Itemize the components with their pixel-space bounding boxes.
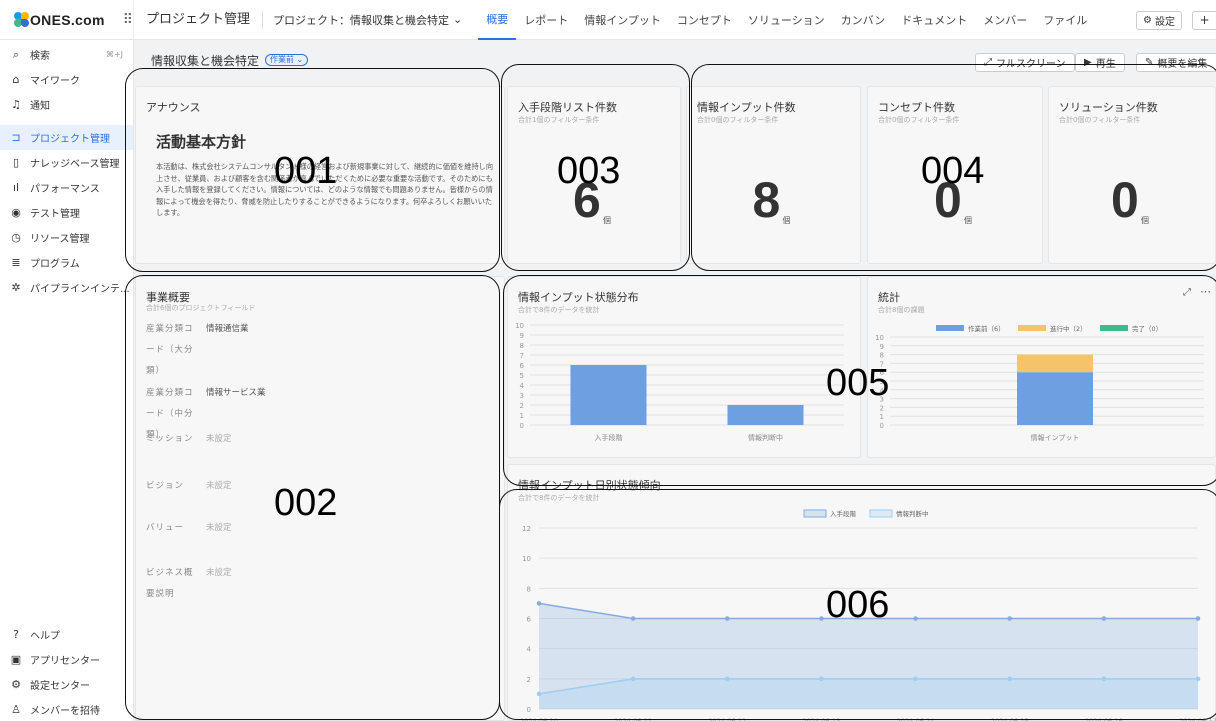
tab-5[interactable]: カンバン bbox=[833, 0, 894, 40]
sidebar-item-label: ナレッジベース管理 bbox=[30, 159, 120, 170]
tab-7[interactable]: メンバー bbox=[975, 0, 1035, 40]
sidebar-item-label: パイプラインインテ... bbox=[30, 284, 130, 295]
gear-icon: ⚙ bbox=[11, 678, 21, 691]
project-tabs: 概要 レポート 情報インプット コンセプト ソリューション カンバン ドキュメント メンバーフ… bbox=[478, 0, 1095, 40]
sidebar-item-project[interactable]: ⊐ プロジェクト管理 bbox=[0, 125, 133, 150]
project-icon: ⊐ bbox=[11, 131, 21, 144]
sidebar-item-label: メンバーを招待 bbox=[30, 706, 100, 717]
test-icon: ◉ bbox=[11, 206, 21, 219]
tab-1[interactable]: レポート bbox=[516, 0, 576, 40]
sidebar-item-bell[interactable]: ♫ 通知 bbox=[0, 92, 133, 117]
annotation-label-006: 006 bbox=[826, 584, 890, 626]
annotation-label-001: 001 bbox=[274, 150, 338, 192]
tab-0[interactable]: 概要 bbox=[478, 0, 517, 40]
sidebar-item-pipeline[interactable]: ✲ パイプラインインテ... bbox=[0, 275, 133, 300]
tab-3[interactable]: コンセプト bbox=[669, 0, 740, 40]
settings-button[interactable]: ⚙ 設定 bbox=[1136, 11, 1182, 30]
sidebar-item-label: 検索 bbox=[30, 51, 50, 62]
sidebar-item-label: 設定センター bbox=[30, 681, 90, 692]
sidebar-item-search[interactable]: ⌕ 検索 ⌘+J bbox=[0, 42, 133, 67]
sidebar-item-program[interactable]: ≣ プログラム bbox=[0, 250, 133, 275]
shortcut-hint: ⌘+J bbox=[105, 50, 123, 59]
status-label: 作業前 bbox=[270, 55, 295, 64]
pipeline-icon: ✲ bbox=[11, 281, 21, 294]
add-button[interactable]: + bbox=[1192, 11, 1216, 30]
sidebar: ⌕ 検索 ⌘+J ⌂ マイワーク ♫ 通知 ⊐ プロジェクト管理 ▯ ナレッジベース管理 ıl パフォー… bbox=[0, 40, 134, 721]
app-title[interactable]: プロジェクト管理 bbox=[134, 10, 264, 29]
sidebar-item-book[interactable]: ▯ ナレッジベース管理 bbox=[0, 150, 133, 175]
sidebar-item-help[interactable]: ? ヘルプ bbox=[0, 622, 134, 647]
tab-6[interactable]: ドキュメント bbox=[893, 0, 975, 40]
help-icon: ? bbox=[13, 628, 19, 641]
program-icon: ≣ bbox=[11, 256, 21, 269]
sidebar-item-label: テスト管理 bbox=[30, 209, 80, 220]
book-icon: ▯ bbox=[12, 156, 20, 169]
ones-logo-icon bbox=[14, 11, 29, 28]
sidebar-item-chart-bars[interactable]: ıl パフォーマンス bbox=[0, 175, 133, 200]
brand-logo[interactable]: ONES.com ⠿ bbox=[0, 0, 134, 40]
search-icon: ⌕ bbox=[12, 47, 20, 61]
sidebar-item-app-center[interactable]: ▣ アプリセンター bbox=[0, 647, 134, 672]
chevron-down-icon: ⌄ bbox=[453, 13, 463, 26]
sidebar-item-test[interactable]: ◉ テスト管理 bbox=[0, 200, 133, 225]
settings-label: 設定 bbox=[1155, 17, 1175, 28]
sidebar-item-label: リソース管理 bbox=[30, 234, 90, 245]
project-selector-label: プロジェクト：情報収集と機会特定 bbox=[273, 13, 450, 27]
sidebar-item-clock[interactable]: ◷ リソース管理 bbox=[0, 225, 133, 250]
tab-4[interactable]: ソリューション bbox=[740, 0, 833, 40]
invite-member-icon: ♙ bbox=[11, 703, 21, 716]
sidebar-item-label: パフォーマンス bbox=[30, 184, 100, 195]
app-grid-icon[interactable]: ⠿ bbox=[123, 12, 133, 28]
sidebar-item-label: プロジェクト管理 bbox=[30, 134, 110, 145]
gear-icon: ⚙ bbox=[1143, 15, 1152, 26]
sidebar-item-label: 通知 bbox=[30, 101, 50, 112]
sidebar-item-invite-member[interactable]: ♙ メンバーを招待 bbox=[0, 697, 134, 721]
tab-8[interactable]: ファイル bbox=[1035, 0, 1095, 40]
home-icon: ⌂ bbox=[12, 73, 20, 86]
project-selector[interactable]: プロジェクト：情報収集と機会特定 ⌄ bbox=[263, 12, 472, 28]
chart-bars-icon: ıl bbox=[12, 181, 20, 194]
sidebar-item-home[interactable]: ⌂ マイワーク bbox=[0, 67, 133, 92]
logo-text: ONES.com bbox=[29, 11, 105, 28]
annotation-label-005: 005 bbox=[826, 362, 890, 404]
annotation-label-002: 002 bbox=[274, 482, 338, 524]
bell-icon: ♫ bbox=[11, 98, 21, 111]
status-badge[interactable]: 作業前 ⌄ bbox=[265, 54, 309, 66]
clock-icon: ◷ bbox=[11, 231, 21, 244]
sidebar-item-label: プログラム bbox=[30, 259, 80, 270]
app-center-icon: ▣ bbox=[10, 653, 22, 666]
sidebar-item-gear[interactable]: ⚙ 設定センター bbox=[0, 672, 134, 697]
tab-2[interactable]: 情報インプット bbox=[576, 0, 669, 40]
sidebar-item-label: ヘルプ bbox=[30, 631, 60, 642]
annotation-label-004: 004 bbox=[921, 150, 985, 192]
top-bar: ONES.com ⠿ プロジェクト管理 プロジェクト：情報収集と機会特定 ⌄ 概… bbox=[0, 0, 1216, 40]
page-title: 情報収集と機会特定 bbox=[151, 53, 260, 68]
sidebar-item-label: マイワーク bbox=[30, 76, 80, 87]
annotation-label-003: 003 bbox=[557, 150, 621, 192]
sidebar-item-label: アプリセンター bbox=[30, 656, 100, 667]
